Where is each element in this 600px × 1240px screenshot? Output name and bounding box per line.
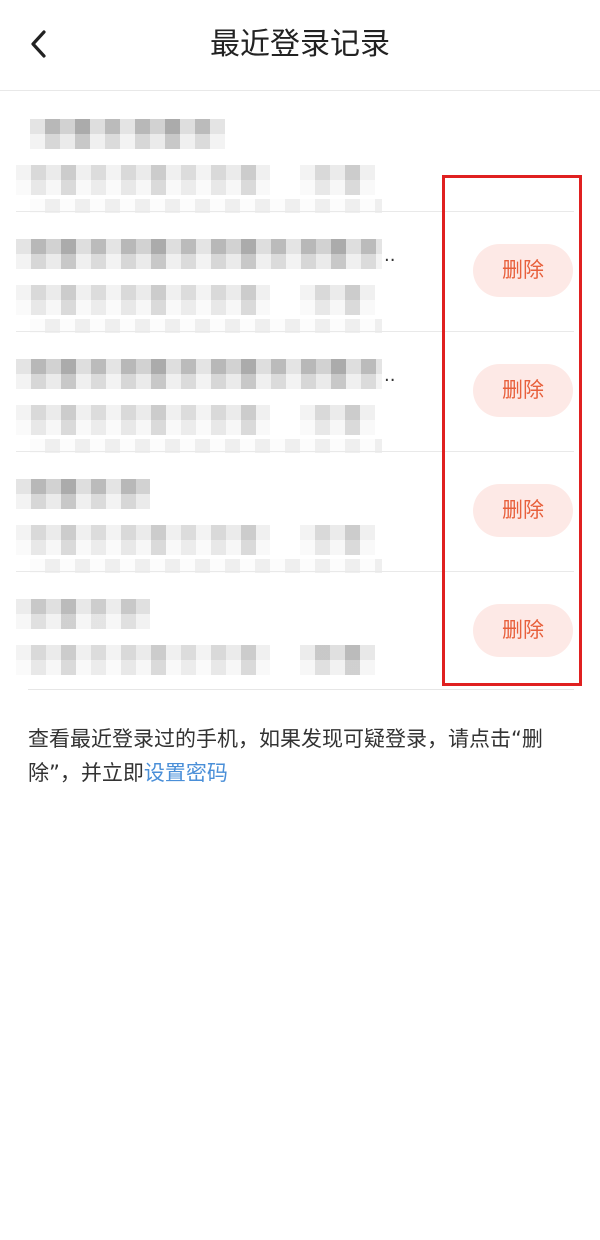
delete-button[interactable]: 删除 <box>473 244 573 297</box>
delete-button[interactable]: 删除 <box>473 484 573 537</box>
navigation-bar: 最近登录记录 <box>0 0 600 91</box>
login-record-item: 删除 <box>0 571 600 691</box>
device-name-redacted <box>16 599 150 629</box>
list-divider <box>28 689 574 690</box>
hint-description: 查看最近登录过的手机，如果发现可疑登录，请点击“删除”，并立即 <box>28 727 543 785</box>
login-time-redacted <box>300 405 375 435</box>
delete-button[interactable]: 删除 <box>473 604 573 657</box>
login-time-redacted <box>300 645 375 675</box>
login-info-redacted <box>16 645 270 675</box>
set-password-link[interactable]: 设置密码 <box>144 761 228 785</box>
login-record-list: .. 删除 .. 删除 删除 删除 <box>0 91 600 691</box>
device-name-redacted <box>16 239 382 269</box>
login-record-item <box>0 91 600 213</box>
login-record-item: .. 删除 <box>0 211 600 333</box>
login-info-redacted <box>16 285 270 315</box>
login-time-redacted <box>300 525 375 555</box>
device-name-redacted <box>16 479 150 509</box>
login-record-item: .. 删除 <box>0 331 600 453</box>
login-info-redacted <box>16 165 270 195</box>
hint-text: 查看最近登录过的手机，如果发现可疑登录，请点击“删除”，并立即设置密码 <box>28 722 572 790</box>
page-title: 最近登录记录 <box>210 27 390 62</box>
delete-button[interactable]: 删除 <box>473 364 573 417</box>
device-name-ellipsis: .. <box>384 245 396 266</box>
device-name-redacted <box>30 119 225 149</box>
login-record-item: 删除 <box>0 451 600 573</box>
login-info-redacted <box>16 405 270 435</box>
device-name-redacted <box>16 359 382 389</box>
login-time-redacted <box>300 285 375 315</box>
login-time-redacted <box>300 165 375 195</box>
device-name-ellipsis: .. <box>384 365 396 386</box>
login-info-redacted <box>16 525 270 555</box>
